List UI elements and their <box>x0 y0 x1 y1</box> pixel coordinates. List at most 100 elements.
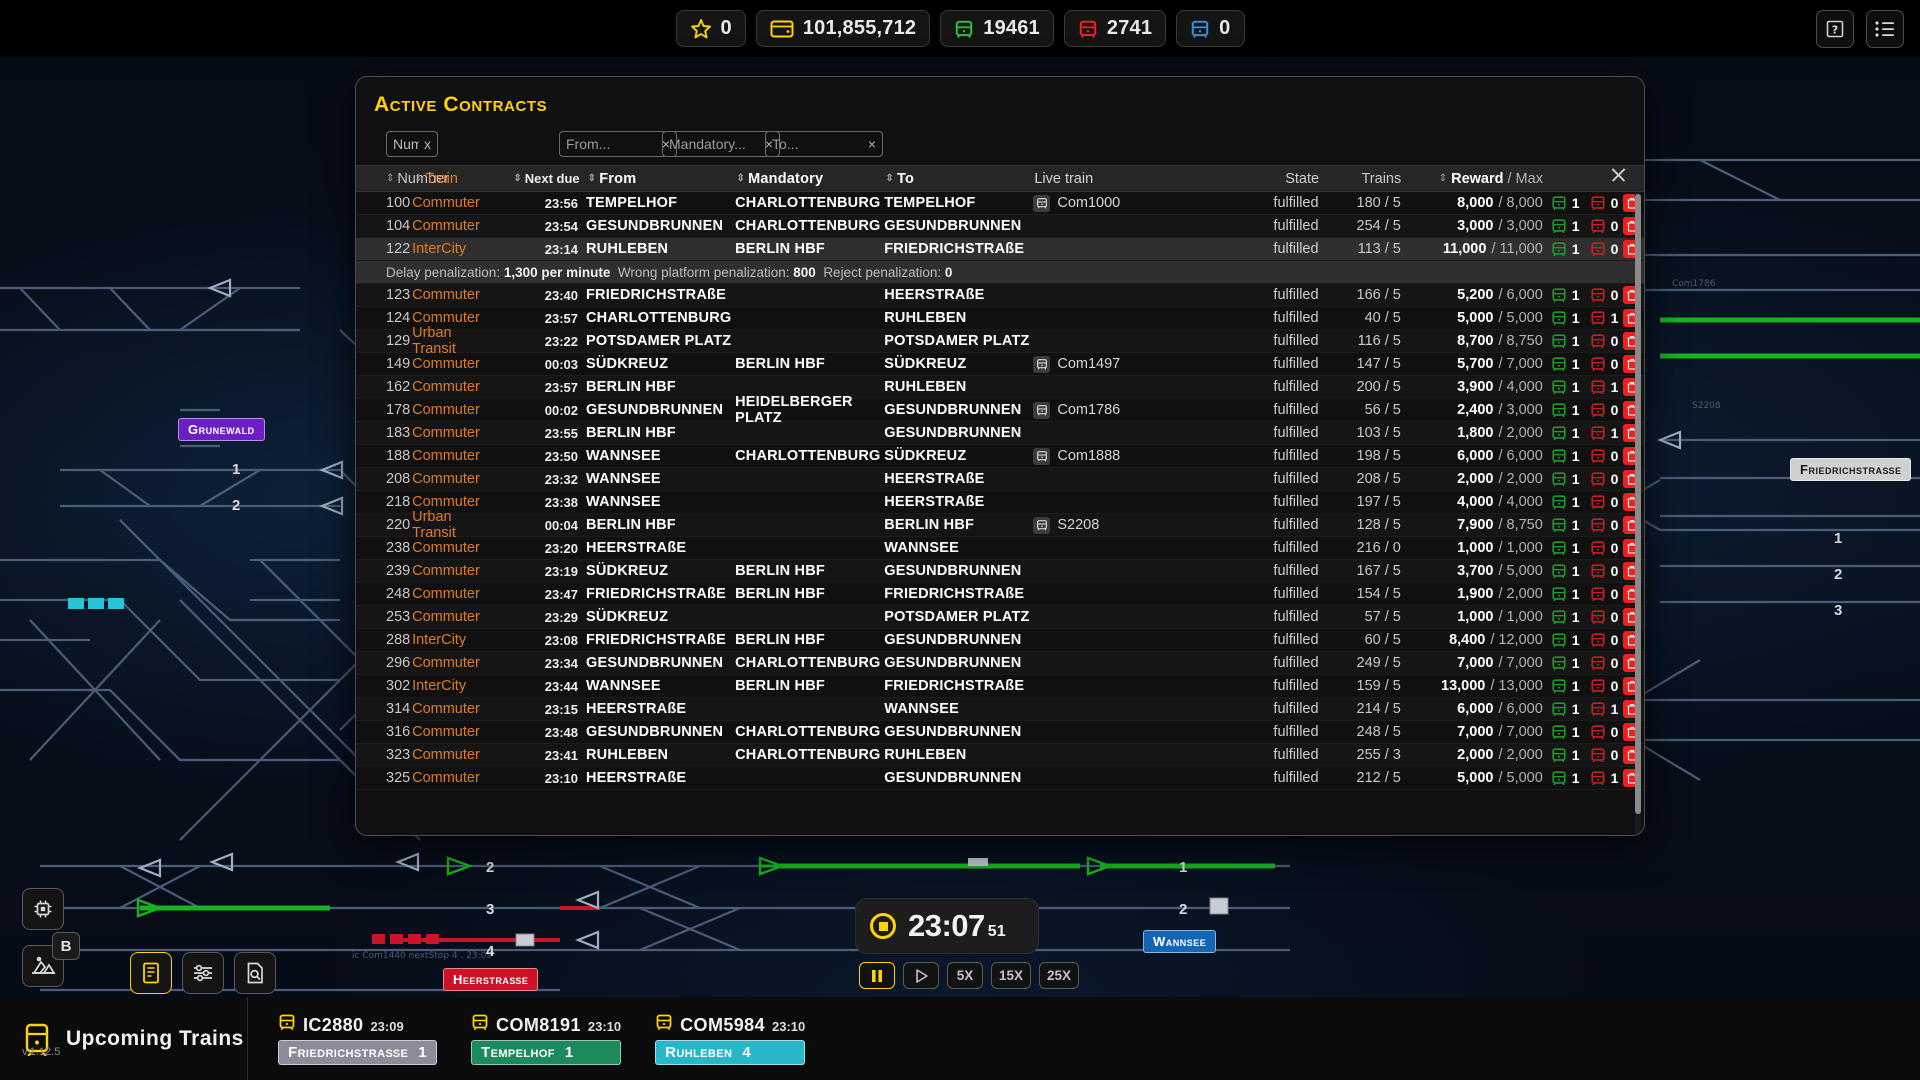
table-row[interactable]: 149Commuter00:03SÜDKREUZBERLIN HBFSÜDKRE… <box>356 353 1644 376</box>
mandatory-filter-input[interactable] <box>669 136 760 152</box>
delayed-trains-count: 1 <box>1611 770 1619 786</box>
row-trains: 128 / 5 <box>1323 517 1405 533</box>
row-live-train[interactable]: Com1497 <box>1033 356 1229 373</box>
row-reward-max: / 11,000 <box>1491 241 1542 257</box>
column-header-number[interactable]: ⇕Number <box>356 171 414 187</box>
upcoming-train-station-badge[interactable]: Tempelhof1 <box>471 1040 621 1065</box>
speed-15x-button[interactable]: 15X <box>991 962 1031 989</box>
upcoming-train-station-badge[interactable]: Friedrichstraße1 <box>278 1040 437 1065</box>
row-number: 248 <box>356 586 412 602</box>
upcoming-train-station-badge[interactable]: Ruhleben4 <box>655 1040 805 1065</box>
resource-train-red-icon[interactable]: 2741 <box>1064 10 1166 47</box>
table-row[interactable]: 314Commuter23:15HEERSTRAßEWANNSEEfulfill… <box>356 698 1644 721</box>
table-row[interactable]: 104Commuter23:54GESUNDBRUNNENCHARLOTTENB… <box>356 215 1644 238</box>
station-label[interactable]: Wannsee <box>1143 930 1216 953</box>
menu-button[interactable] <box>1866 10 1904 48</box>
row-live-train[interactable]: Com1786 <box>1033 402 1229 419</box>
row-from-station: WANNSEE <box>586 448 735 464</box>
row-next-due: 23:44 <box>498 679 586 694</box>
row-next-due: 23:56 <box>498 196 586 211</box>
mandatory-filter[interactable]: × <box>662 131 780 157</box>
table-row[interactable]: 124Commuter23:57CHARLOTTENBURGRUHLEBENfu… <box>356 307 1644 330</box>
to-filter-clear-icon[interactable]: × <box>868 136 876 152</box>
from-filter-input[interactable] <box>566 136 657 152</box>
row-reward: 4,000/ 4,000 <box>1405 494 1543 510</box>
speed-25x-button[interactable]: 25X <box>1039 962 1079 989</box>
station-label[interactable]: Friedrichstraße <box>1790 458 1911 481</box>
stop-button[interactable] <box>870 913 896 939</box>
table-row[interactable]: 296Commuter23:34GESUNDBRUNNENCHARLOTTENB… <box>356 652 1644 675</box>
table-row[interactable]: 100Commuter23:56TEMPELHOFCHARLOTTENBURGT… <box>356 192 1644 215</box>
row-live-train[interactable]: S2208 <box>1033 517 1229 534</box>
station-label[interactable]: Heerstraße <box>443 968 538 991</box>
table-row[interactable]: 218Commuter23:38WANNSEEHEERSTRAßEfulfill… <box>356 491 1644 514</box>
table-row[interactable]: 122InterCity23:14RUHLEBENBERLIN HBFFRIED… <box>356 238 1644 261</box>
table-row[interactable]: 208Commuter23:32WANNSEEHEERSTRAßEfulfill… <box>356 468 1644 491</box>
column-label: Trains <box>1361 171 1401 187</box>
column-header-mandatory[interactable]: ⇕Mandatory <box>737 171 886 187</box>
table-row[interactable]: 316Commuter23:48GESUNDBRUNNENCHARLOTTENB… <box>356 721 1644 744</box>
resource-star-icon[interactable]: 0 <box>676 10 746 47</box>
row-live-train[interactable]: Com1000 <box>1033 195 1229 212</box>
table-row[interactable]: 253Commuter23:29SÜDKREUZPOTSDAMER PLATZf… <box>356 606 1644 629</box>
number-filter[interactable]: x <box>386 131 438 157</box>
report-tool-button[interactable] <box>234 952 276 994</box>
train-blue-icon <box>1190 19 1210 39</box>
table-row[interactable]: 183Commuter23:55BERLIN HBFGESUNDBRUNNENf… <box>356 422 1644 445</box>
column-header-reward[interactable]: ⇕ Reward / Max <box>1405 171 1543 187</box>
column-header-next-due[interactable]: ⇕Next due <box>500 171 588 186</box>
row-number: 183 <box>356 425 412 441</box>
table-row[interactable]: 178Commuter00:02GESUNDBRUNNENHEIDELBERGE… <box>356 399 1644 422</box>
close-icon[interactable] <box>1606 163 1630 187</box>
upcoming-train-header: COM598423:10 <box>655 1013 805 1036</box>
row-reward-max: / 7,000 <box>1498 356 1542 372</box>
row-trains: 159 / 5 <box>1323 678 1405 694</box>
play-button[interactable] <box>903 962 939 989</box>
table-row[interactable]: 238Commuter23:20HEERSTRAßEWANNSEEfulfill… <box>356 537 1644 560</box>
row-to-station: GESUNDBRUNNEN <box>884 724 1033 740</box>
column-header-to[interactable]: ⇕To <box>885 171 1034 187</box>
to-filter[interactable]: × <box>765 131 883 157</box>
from-filter[interactable]: × <box>559 131 677 157</box>
settings-tool-button[interactable] <box>182 952 224 994</box>
column-header-train[interactable]: ⇕Train <box>414 171 500 187</box>
table-row[interactable]: 188Commuter23:50WANNSEECHARLOTTENBURGSÜD… <box>356 445 1644 468</box>
upcoming-train-item: COM598423:10 Ruhleben4 <box>655 1013 805 1065</box>
resource-train-blue-icon[interactable]: 0 <box>1176 10 1244 47</box>
help-button[interactable]: ? <box>1816 10 1854 48</box>
table-row[interactable]: 323Commuter23:41RUHLEBENCHARLOTTENBURGRU… <box>356 744 1644 767</box>
resource-train-green-icon[interactable]: 19461 <box>940 10 1054 47</box>
table-row[interactable]: 288InterCity23:08FRIEDRICHSTRAßEBERLIN H… <box>356 629 1644 652</box>
table-row[interactable]: 162Commuter23:57BERLIN HBFRUHLEBENfulfil… <box>356 376 1644 399</box>
row-train-type: Commuter <box>412 540 498 556</box>
row-next-due: 00:02 <box>498 403 586 418</box>
chip-tool-button[interactable] <box>22 888 64 930</box>
row-live-train[interactable]: Com1888 <box>1033 448 1229 465</box>
row-from-station: GESUNDBRUNNEN <box>586 724 735 740</box>
row-reward: 5,700/ 7,000 <box>1405 356 1543 372</box>
speed-5x-button[interactable]: 5X <box>947 962 983 989</box>
scrollbar-thumb[interactable] <box>1635 194 1641 814</box>
reject-penalization-value: 0 <box>945 265 953 280</box>
table-row[interactable]: 248Commuter23:47FRIEDRICHSTRAßEBERLIN HB… <box>356 583 1644 606</box>
number-filter-clear-icon[interactable]: x <box>424 136 431 152</box>
column-header-from[interactable]: ⇕From <box>588 171 737 187</box>
number-filter-input[interactable] <box>393 136 419 152</box>
table-scrollbar[interactable] <box>1635 192 1641 835</box>
resource-wallet-icon[interactable]: 101,855,712 <box>756 10 930 47</box>
row-next-due: 23:41 <box>498 748 586 763</box>
table-row[interactable]: 325Commuter23:10HEERSTRAßEGESUNDBRUNNENf… <box>356 767 1644 790</box>
contracts-tool-button[interactable] <box>130 952 172 994</box>
table-row[interactable]: 302InterCity23:44WANNSEEBERLIN HBFFRIEDR… <box>356 675 1644 698</box>
pause-icon <box>871 969 883 983</box>
contracts-table-body[interactable]: 100Commuter23:56TEMPELHOFCHARLOTTENBURGT… <box>356 192 1644 835</box>
to-filter-input[interactable] <box>772 136 863 152</box>
table-row[interactable]: 239Commuter23:19SÜDKREUZBERLIN HBFGESUND… <box>356 560 1644 583</box>
table-row[interactable]: 123Commuter23:40FRIEDRICHSTRAßEHEERSTRAß… <box>356 284 1644 307</box>
table-row[interactable]: 220Urban Transit00:04BERLIN HBFBERLIN HB… <box>356 514 1644 537</box>
train-icon <box>1590 425 1606 441</box>
station-label[interactable]: Grunewald <box>178 418 265 441</box>
table-row[interactable]: 129Urban Transit23:22POTSDAMER PLATZPOTS… <box>356 330 1644 353</box>
pause-button[interactable] <box>859 962 895 989</box>
row-next-due: 23:50 <box>498 449 586 464</box>
